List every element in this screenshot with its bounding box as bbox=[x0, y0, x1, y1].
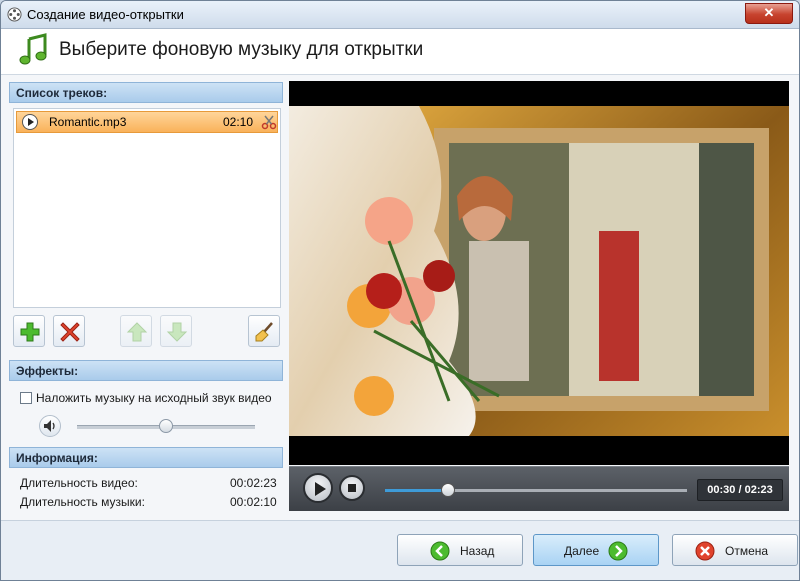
volume-slider-knob[interactable] bbox=[159, 419, 173, 433]
clear-list-button[interactable] bbox=[248, 315, 280, 347]
film-reel-icon bbox=[7, 7, 22, 22]
track-duration: 02:10 bbox=[223, 115, 254, 129]
tracks-heading: Список треков: bbox=[9, 82, 283, 103]
music-duration-value: 00:02:10 bbox=[230, 495, 277, 509]
seek-bar[interactable] bbox=[385, 489, 687, 492]
music-duration-label: Длительность музыки: bbox=[20, 495, 145, 509]
arrow-down-icon bbox=[166, 322, 188, 342]
time-display: 00:30 / 02:23 bbox=[697, 479, 783, 501]
scissors-icon[interactable] bbox=[261, 114, 277, 130]
main-window: Создание видео-открытки ✕ Выберите фонов… bbox=[0, 0, 800, 581]
info-heading: Информация: bbox=[9, 447, 283, 468]
back-button[interactable]: Назад bbox=[397, 534, 523, 566]
speaker-icon bbox=[44, 420, 55, 432]
seek-knob[interactable] bbox=[441, 483, 456, 497]
plus-icon bbox=[20, 322, 40, 342]
arrow-left-icon bbox=[430, 541, 450, 561]
move-down-button[interactable] bbox=[160, 315, 192, 347]
cancel-icon bbox=[695, 541, 715, 561]
arrow-right-icon bbox=[608, 541, 628, 561]
delete-icon bbox=[60, 322, 80, 342]
effects-heading: Эффекты: bbox=[9, 360, 283, 381]
next-button[interactable]: Далее bbox=[533, 534, 659, 566]
broom-icon bbox=[255, 322, 273, 342]
footer-bar: Назад Далее Отмена bbox=[1, 520, 799, 580]
track-name: Romantic.mp3 bbox=[49, 115, 127, 129]
player-controls: 00:30 / 02:23 bbox=[289, 466, 789, 511]
music-note-icon bbox=[19, 33, 47, 65]
video-preview bbox=[289, 81, 789, 465]
arrow-up-icon bbox=[126, 322, 148, 342]
cancel-button[interactable]: Отмена bbox=[672, 534, 798, 566]
page-header: Выберите фоновую музыку для открытки bbox=[1, 29, 799, 75]
title-bar: Создание видео-открытки ✕ bbox=[1, 1, 799, 29]
overlay-music-checkbox[interactable] bbox=[20, 392, 32, 404]
stop-button[interactable] bbox=[339, 475, 365, 501]
page-title: Выберите фоновую музыку для открытки bbox=[59, 39, 424, 60]
move-up-button[interactable] bbox=[120, 315, 152, 347]
track-row[interactable]: Romantic.mp3 02:10 bbox=[16, 111, 278, 133]
cancel-button-label: Отмена bbox=[725, 544, 769, 558]
video-duration-label: Длительность видео: bbox=[20, 476, 138, 490]
remove-track-button[interactable] bbox=[53, 315, 85, 347]
window-title: Создание видео-открытки bbox=[27, 7, 184, 22]
back-button-label: Назад bbox=[460, 544, 495, 558]
next-button-label: Далее bbox=[564, 544, 600, 558]
video-duration-value: 00:02:23 bbox=[230, 476, 277, 490]
play-track-icon[interactable] bbox=[22, 114, 38, 130]
track-list[interactable]: Romantic.mp3 02:10 bbox=[13, 108, 281, 308]
seek-progress bbox=[385, 489, 449, 492]
volume-button[interactable] bbox=[39, 415, 61, 437]
preview-image bbox=[289, 106, 789, 436]
add-track-button[interactable] bbox=[13, 315, 45, 347]
overlay-music-label[interactable]: Наложить музыку на исходный звук видео bbox=[36, 391, 272, 405]
play-button[interactable] bbox=[303, 473, 333, 503]
close-button[interactable]: ✕ bbox=[745, 3, 793, 24]
